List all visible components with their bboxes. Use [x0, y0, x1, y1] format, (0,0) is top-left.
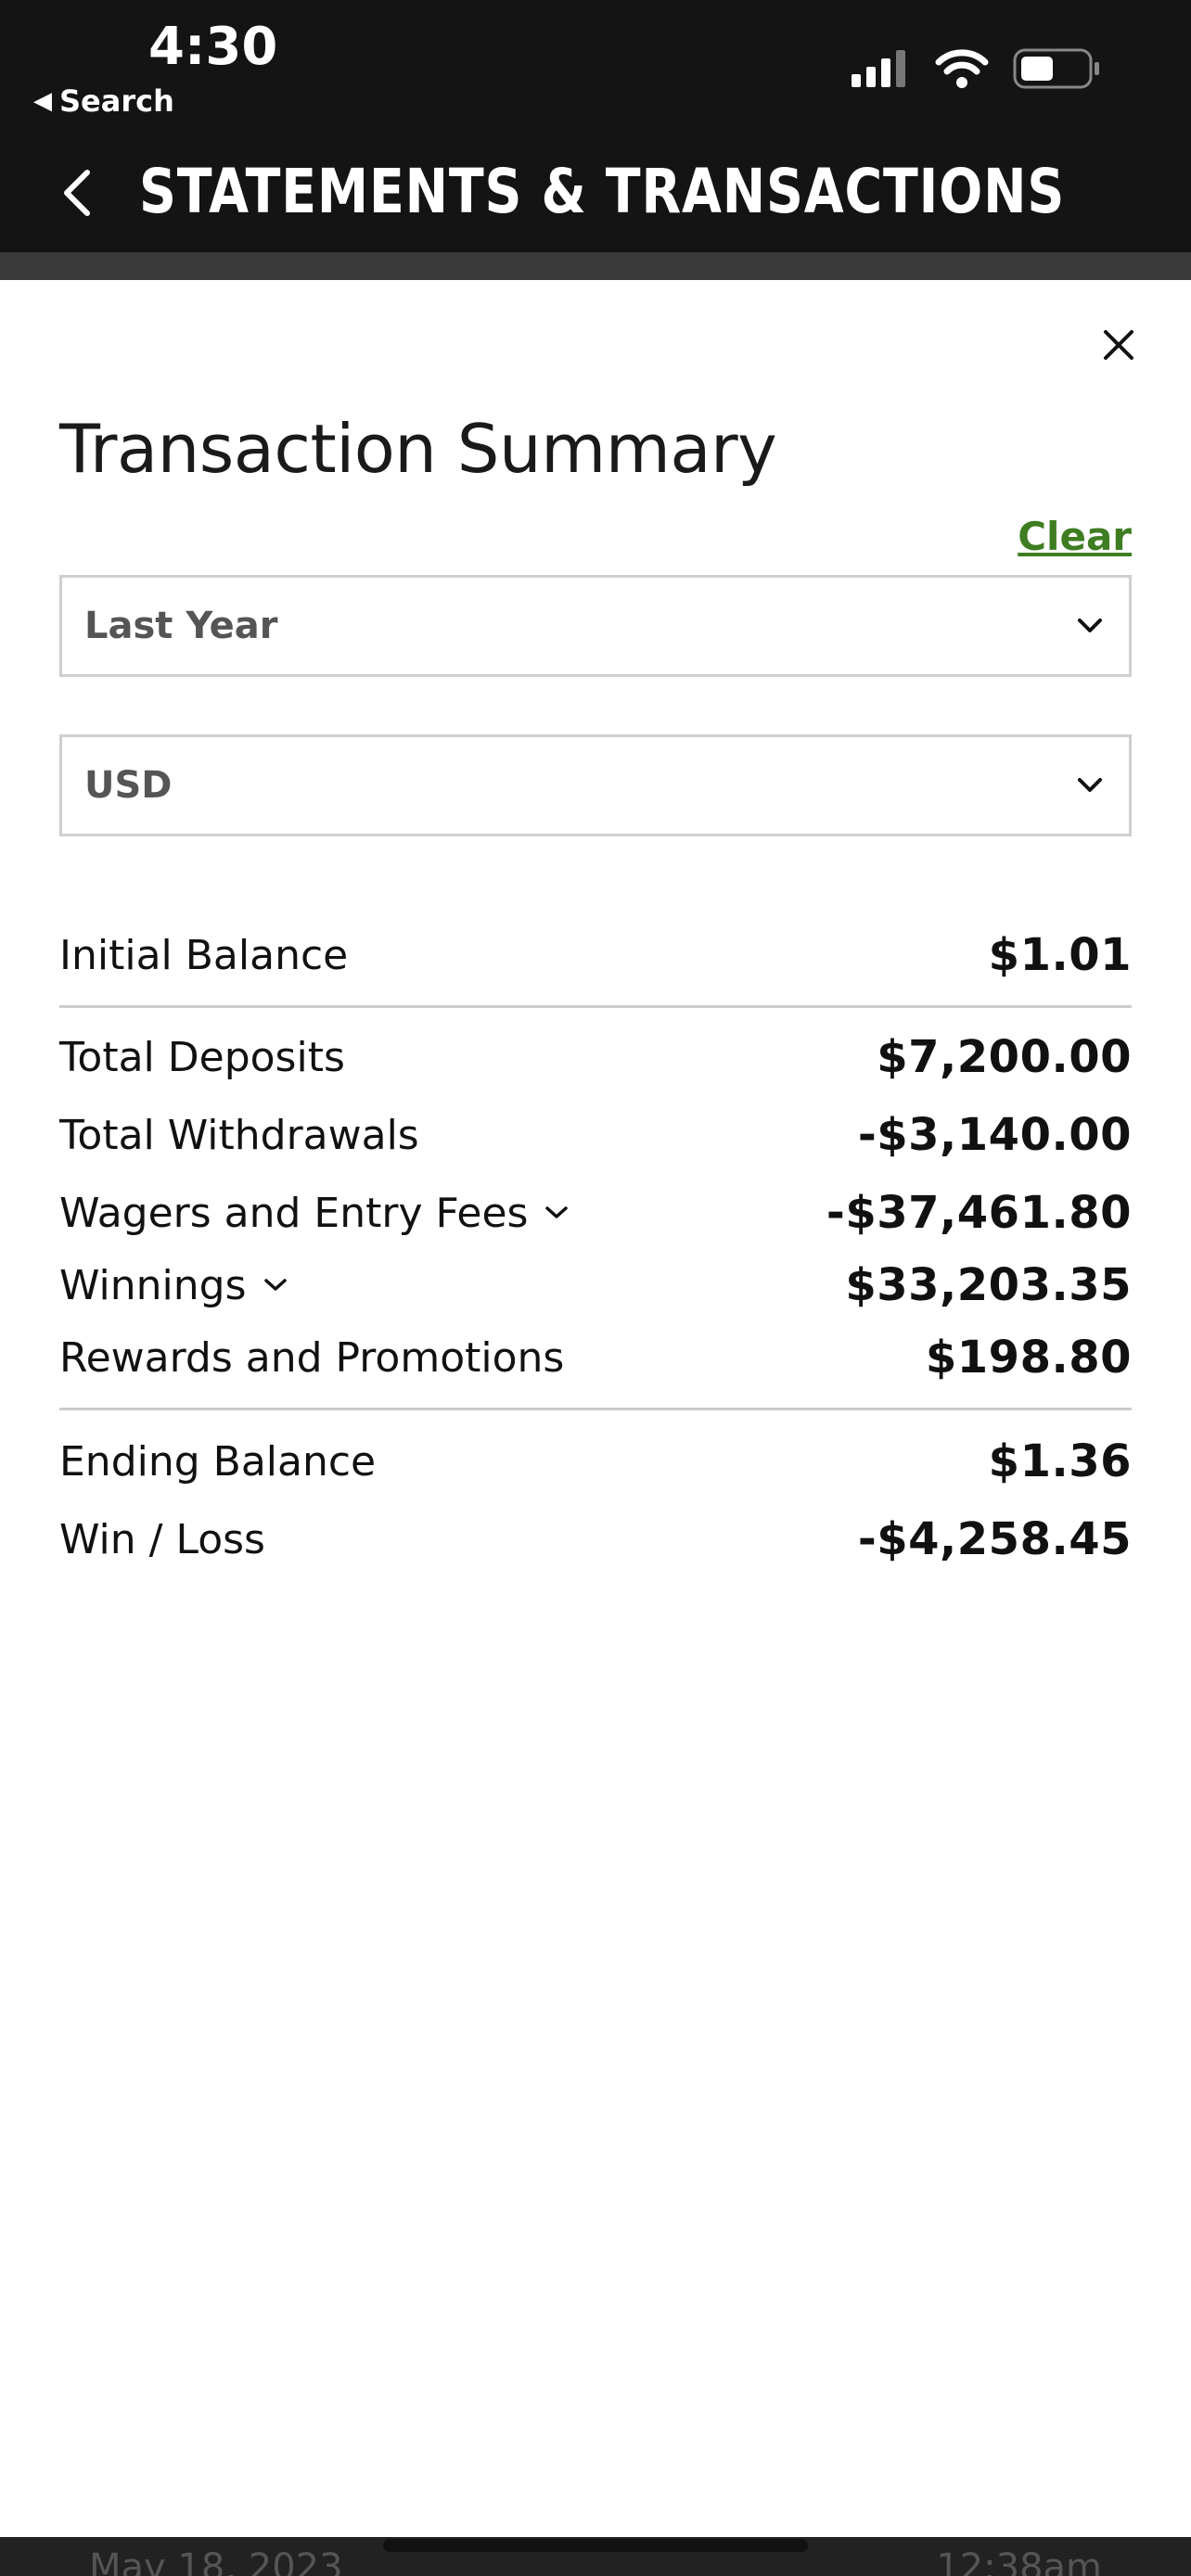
total-withdrawals-label: Total Withdrawals: [59, 1111, 419, 1159]
close-button[interactable]: [1091, 317, 1146, 373]
total-deposits-amount: $7,200.00: [877, 1031, 1132, 1083]
wifi-icon: [935, 49, 989, 88]
rewards-amount: $198.80: [925, 1332, 1132, 1384]
total-withdrawals-row: Total Withdrawals -$3,140.00: [59, 1109, 1132, 1161]
winnings-amount: $33,203.35: [845, 1259, 1132, 1311]
winnings-label: Winnings: [59, 1261, 247, 1309]
divider: [59, 1408, 1132, 1410]
status-bar: 4:30 ◀ Search: [0, 0, 1191, 139]
chevron-down-icon: [263, 1279, 287, 1291]
period-select-value: Last Year: [84, 605, 278, 647]
initial-balance-row: Initial Balance $1.01: [59, 929, 1132, 981]
background-row-date: May 18, 2023: [89, 2546, 343, 2576]
wagers-toggle[interactable]: Wagers and Entry Fees: [59, 1190, 569, 1237]
initial-balance-amount: $1.01: [988, 929, 1132, 981]
wagers-row[interactable]: Wagers and Entry Fees -$37,461.80: [59, 1187, 1132, 1239]
total-deposits-label: Total Deposits: [59, 1033, 345, 1081]
back-to-search-link[interactable]: ◀ Search: [33, 83, 174, 119]
home-indicator[interactable]: [383, 2539, 808, 2552]
cellular-signal-icon: [852, 50, 905, 87]
status-icons: [852, 48, 1102, 89]
chevron-down-icon: [1078, 618, 1102, 632]
chevron-down-icon: [545, 1206, 569, 1218]
battery-icon: [1013, 48, 1099, 89]
back-to-search-label: Search: [59, 83, 174, 119]
wagers-label: Wagers and Entry Fees: [59, 1189, 529, 1237]
total-withdrawals-amount: -$3,140.00: [857, 1109, 1132, 1161]
chevron-down-icon: [1078, 778, 1102, 792]
divider: [59, 1005, 1132, 1008]
sheet-title: Transaction Summary: [59, 410, 777, 488]
chevron-left-icon: [64, 170, 90, 216]
ending-balance-amount: $1.36: [988, 1435, 1132, 1487]
currency-select-value: USD: [84, 764, 173, 807]
total-deposits-row: Total Deposits $7,200.00: [59, 1031, 1132, 1083]
close-icon: [1104, 330, 1133, 360]
clear-link[interactable]: Clear: [1018, 514, 1132, 559]
win-loss-amount: -$4,258.45: [857, 1513, 1132, 1565]
back-triangle-icon: ◀: [33, 87, 52, 115]
rewards-label: Rewards and Promotions: [59, 1333, 565, 1382]
page-title: STATEMENTS & TRANSACTIONS: [139, 156, 1066, 227]
transaction-summary-sheet: Transaction Summary Clear Last Year USD …: [0, 280, 1191, 2537]
currency-select[interactable]: USD: [59, 734, 1132, 836]
winnings-toggle[interactable]: Winnings: [59, 1262, 288, 1309]
header-divider: [0, 252, 1191, 280]
period-select[interactable]: Last Year: [59, 575, 1132, 677]
initial-balance-label: Initial Balance: [59, 931, 349, 979]
ending-balance-row: Ending Balance $1.36: [59, 1435, 1132, 1487]
rewards-row: Rewards and Promotions $198.80: [59, 1332, 1132, 1384]
win-loss-label: Win / Loss: [59, 1515, 265, 1563]
wagers-amount: -$37,461.80: [826, 1187, 1132, 1239]
nav-back-button[interactable]: [61, 159, 117, 226]
status-time: 4:30: [148, 17, 278, 77]
ending-balance-label: Ending Balance: [59, 1437, 377, 1486]
winnings-row[interactable]: Winnings $33,203.35: [59, 1259, 1132, 1311]
nav-bar: STATEMENTS & TRANSACTIONS: [0, 139, 1191, 252]
win-loss-row: Win / Loss -$4,258.45: [59, 1513, 1132, 1565]
background-row-time: 12:38am: [936, 2546, 1102, 2576]
